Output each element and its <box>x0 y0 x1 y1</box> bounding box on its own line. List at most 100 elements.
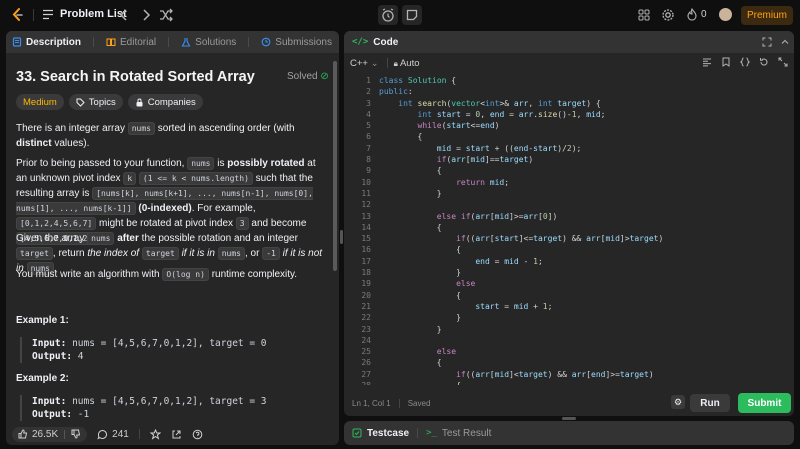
panel-resizer-horizontal[interactable] <box>562 417 576 420</box>
editor-actions <box>702 57 788 67</box>
line-number: 23 <box>361 324 371 334</box>
line-number: 28 <box>344 380 371 385</box>
topics-label: Topics <box>88 96 116 108</box>
submit-button[interactable]: Submit <box>738 393 791 413</box>
likes-count: 26.5K <box>32 428 59 440</box>
avatar[interactable] <box>719 8 732 21</box>
format-icon[interactable] <box>702 57 712 67</box>
description-scrollbar[interactable] <box>333 61 337 271</box>
tab-submissions[interactable]: Submissions <box>261 37 332 48</box>
code-content[interactable]: class Solution { public: int search(vect… <box>379 75 663 385</box>
timer-button[interactable] <box>378 5 398 25</box>
like-button[interactable]: 26.5K <box>12 426 88 442</box>
comments-button[interactable]: 241 <box>97 429 129 440</box>
console-toggle-icon[interactable]: ⚙ <box>671 395 685 409</box>
description-panel: Description Editorial Solutions Submissi… <box>6 31 339 445</box>
tab-editorial-label: Editorial <box>120 36 157 48</box>
tab-testcase[interactable]: Testcase <box>352 428 409 439</box>
description-tabs: Description Editorial Solutions Submissi… <box>6 31 339 53</box>
problem-list-button[interactable]: Problem List <box>42 8 127 20</box>
example-1-title: Example 1: <box>16 315 69 326</box>
topics-button[interactable]: Topics <box>68 94 123 110</box>
thumbs-down-icon[interactable] <box>71 429 81 439</box>
line-number: 8 <box>366 155 371 165</box>
line-number: 16 <box>361 245 371 255</box>
gear-icon[interactable] <box>660 7 676 23</box>
line-number: 20 <box>361 290 371 300</box>
history-icon <box>261 37 271 47</box>
line-number: 26 <box>361 358 371 368</box>
description-footer: 26.5K 241 <box>6 423 339 445</box>
notes-button[interactable] <box>402 5 422 25</box>
chevron-left-icon[interactable] <box>116 7 132 23</box>
panel-resizer[interactable] <box>340 230 343 244</box>
tab-editorial[interactable]: Editorial <box>106 37 156 48</box>
difficulty-badge: Medium <box>16 94 64 110</box>
mode-select[interactable]: 🔒︎ Auto <box>394 58 420 69</box>
terminal-icon: >_ <box>426 428 437 438</box>
tab-description[interactable]: Description <box>12 37 81 48</box>
flask-icon <box>181 38 191 47</box>
leetcode-logo-icon[interactable] <box>10 7 26 23</box>
line-number: 24 <box>361 335 371 345</box>
reset-icon[interactable] <box>759 57 769 67</box>
premium-button[interactable]: Premium <box>741 6 793 25</box>
line-number: 10 <box>361 177 371 187</box>
code-panel: </> Code C++ ⌄ 🔒︎ Auto 1 2 3 4 5 6 7 8 9 10 11 12 13… <box>344 31 794 416</box>
problem-title[interactable]: 33. Search in Rotated Sorted Array <box>16 69 255 85</box>
line-number: 25 <box>361 347 371 357</box>
grid-icon[interactable] <box>636 7 652 23</box>
code-title: Code <box>373 36 399 48</box>
lock-icon: 🔒︎ <box>393 58 398 68</box>
braces-icon[interactable] <box>740 57 750 67</box>
console-panel: Testcase >_ Test Result <box>344 421 794 445</box>
book-icon <box>106 38 116 46</box>
companies-label: Companies <box>147 96 196 108</box>
comments-count: 241 <box>112 428 129 440</box>
expand-icon[interactable] <box>778 57 788 67</box>
chevron-up-icon[interactable] <box>780 37 790 47</box>
tab-test-result[interactable]: >_ Test Result <box>426 428 491 439</box>
problem-description: 33. Search in Rotated Sorted Array Solve… <box>6 53 339 421</box>
fire-icon <box>687 8 697 21</box>
saved-status: Saved <box>407 399 431 408</box>
divider <box>168 37 170 47</box>
streak-counter[interactable]: 0 <box>686 8 707 21</box>
line-number: 12 <box>361 200 371 210</box>
line-number: 18 <box>361 268 371 278</box>
bookmark-icon[interactable] <box>721 57 731 67</box>
editor-toolbar: C++ ⌄ 🔒︎ Auto <box>344 53 794 73</box>
testcase-label: Testcase <box>367 427 410 439</box>
line-number: 13 <box>361 211 371 221</box>
shuffle-icon[interactable] <box>158 7 174 23</box>
thumbs-up-icon <box>18 429 28 439</box>
line-number: 11 <box>361 188 371 198</box>
companies-button[interactable]: Companies <box>127 94 203 110</box>
divider <box>417 428 419 438</box>
tag-icon <box>76 98 85 107</box>
divider <box>398 399 400 408</box>
line-number: 17 <box>361 256 371 266</box>
help-icon[interactable] <box>192 429 203 440</box>
tab-solutions[interactable]: Solutions <box>181 37 236 48</box>
run-button[interactable]: Run <box>690 394 730 412</box>
example-2-block: Input: nums = [4,5,6,7,0,1,2], target = … <box>20 395 320 421</box>
share-icon[interactable] <box>171 429 182 440</box>
tab-submissions-label: Submissions <box>275 36 332 48</box>
chevron-right-icon[interactable] <box>138 7 154 23</box>
console-tabs: Testcase >_ Test Result <box>344 421 794 445</box>
code-editor[interactable]: 1 2 3 4 5 6 7 8 9 10 11 12 13 14 15 16 17 18 19 20 21 22 23 24 2… <box>344 75 794 385</box>
example-2-title: Example 2: <box>16 373 69 384</box>
line-number: 3 <box>366 98 371 108</box>
checkbox-icon <box>352 428 362 438</box>
divider <box>138 429 140 439</box>
star-icon[interactable] <box>149 428 161 440</box>
language-select[interactable]: C++ ⌄ <box>350 58 379 69</box>
line-number: 19 <box>361 279 371 289</box>
line-number: 1 <box>366 76 371 85</box>
solved-status: Solved ⊘ <box>287 71 329 82</box>
maximize-icon[interactable] <box>762 37 772 47</box>
description-icon <box>12 37 22 47</box>
description-paragraph-4: You must write an algorithm with O(log n… <box>16 268 298 281</box>
line-number: 4 <box>366 109 371 119</box>
